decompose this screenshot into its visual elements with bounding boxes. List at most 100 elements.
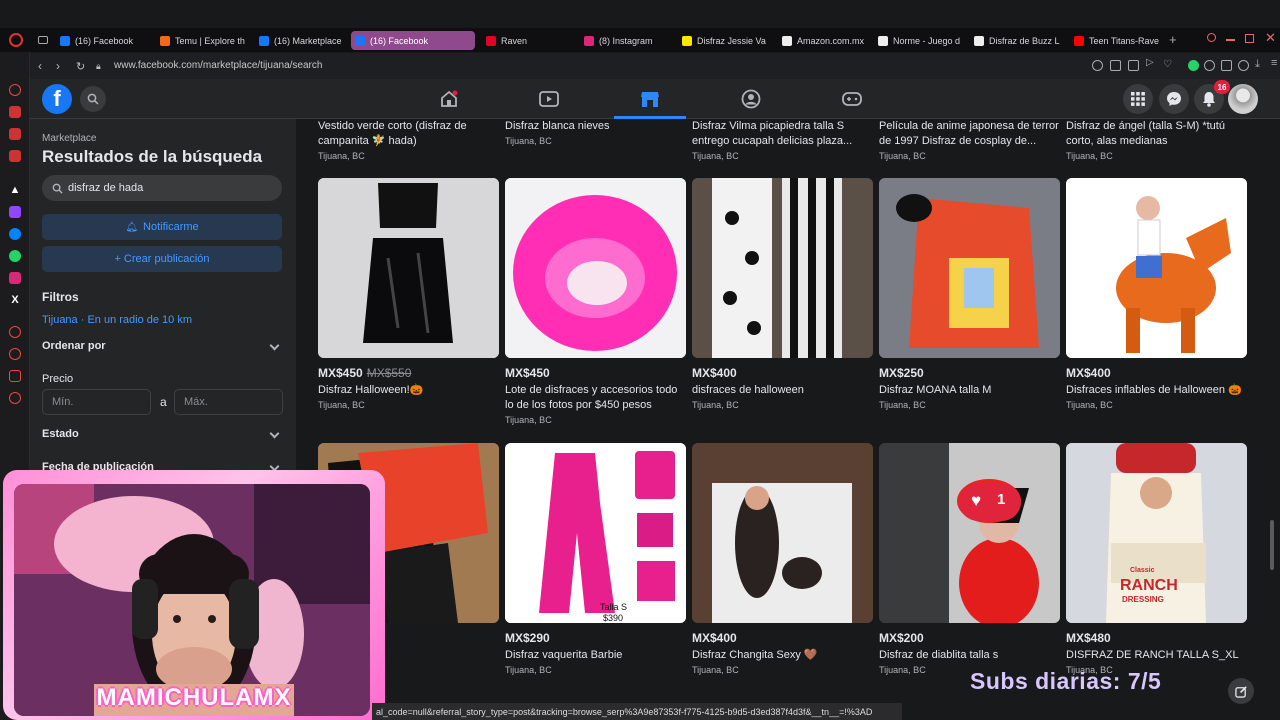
listing-title[interactable]: Lote de disfraces y accesorios todo lo d… <box>505 383 689 413</box>
tab-overview-icon[interactable] <box>38 36 48 44</box>
location-filter-link[interactable]: Tijuana · En un radio de 10 km <box>42 314 192 326</box>
heart-icon[interactable]: ♡ <box>1163 59 1174 70</box>
listing-title[interactable]: Película de anime japonesa de terror de … <box>879 119 1063 149</box>
browser-tab[interactable]: (16) Facebook <box>56 31 152 50</box>
clock-icon[interactable] <box>9 348 21 360</box>
inflatable-horse-photo[interactable] <box>1066 178 1247 358</box>
browser-tab[interactable]: Disfraz de Buzz L <box>970 31 1066 50</box>
instagram-icon <box>584 35 594 46</box>
devil-costume-photo[interactable] <box>879 443 1060 623</box>
cube-icon[interactable] <box>9 370 21 382</box>
create-listing-button[interactable]: + Crear publicación <box>42 246 282 272</box>
listing-title[interactable]: Disfraz de ángel (talla S-M) *tutú corto… <box>1066 119 1250 149</box>
browser-tab[interactable]: Norme - Juego d <box>874 31 970 50</box>
bookmark-icon[interactable] <box>1128 60 1139 71</box>
tab-label: (8) Instagram <box>599 35 653 46</box>
latex-costume-photo[interactable] <box>318 178 499 358</box>
max-price-input[interactable]: Máx. <box>174 389 283 415</box>
zoom-icon[interactable] <box>1092 60 1103 71</box>
browser-tab[interactable]: Amazon.com.mx <box>778 31 874 50</box>
listing-title[interactable]: Disfraz Changita Sexy 🤎 <box>692 648 876 663</box>
listing-location: Tijuana, BC <box>318 151 365 161</box>
vpn-icon[interactable] <box>1188 60 1199 71</box>
instagram-icon[interactable] <box>9 272 21 284</box>
account-icon[interactable] <box>1204 60 1215 71</box>
opera-logo-icon[interactable] <box>9 33 23 47</box>
home-icon[interactable] <box>439 89 459 109</box>
listing-title[interactable]: disfraces de halloween <box>692 383 876 398</box>
player-icon[interactable] <box>9 326 21 338</box>
moana-costume-photo[interactable] <box>879 178 1060 358</box>
snapshot-icon[interactable] <box>1110 60 1121 71</box>
avatar[interactable] <box>1228 84 1258 114</box>
price-separator: a <box>160 395 167 409</box>
forward-icon[interactable]: › <box>56 59 60 73</box>
easy-setup-icon[interactable] <box>1238 60 1249 71</box>
listing-title[interactable]: Disfraz de diablita talla s <box>879 648 1063 663</box>
facebook-logo-icon[interactable]: f <box>42 84 72 114</box>
notify-button[interactable]: 🔔︎ Notificarme <box>42 214 282 240</box>
extensions-icon[interactable] <box>1221 60 1232 71</box>
reload-icon[interactable]: ↻ <box>76 60 85 73</box>
search-icon[interactable] <box>80 86 106 112</box>
listing-title[interactable]: Disfraz Vilma picapiedra talla S entrego… <box>692 119 876 149</box>
marketplace-icon[interactable] <box>614 89 686 119</box>
browser-tab[interactable]: (16) Marketplace <box>255 31 351 50</box>
watch-icon[interactable] <box>539 89 559 109</box>
new-tab-icon[interactable]: + <box>1169 32 1177 47</box>
download-icon[interactable]: ⤓ <box>1255 58 1266 70</box>
groups-icon[interactable] <box>741 89 761 109</box>
settings-icon[interactable] <box>9 392 21 404</box>
listing-title[interactable]: Disfraz MOANA talla M <box>879 383 1063 398</box>
listing-title[interactable]: Disfraz vaquerita Barbie <box>505 648 689 663</box>
barbie-cowgirl-photo[interactable] <box>505 443 686 623</box>
price-value: MX$200 <box>879 631 924 645</box>
breadcrumb[interactable]: Marketplace <box>42 133 96 144</box>
messenger-icon[interactable] <box>9 228 21 240</box>
tab-search-icon[interactable] <box>1207 33 1216 42</box>
listing-title[interactable]: DISFRAZ DE RANCH TALLA S_XL <box>1066 648 1250 663</box>
browser-tab[interactable]: Raven <box>482 31 578 50</box>
url-text[interactable]: www.facebook.com/marketplace/tijuana/sea… <box>114 60 322 71</box>
aria-icon[interactable] <box>9 106 21 118</box>
browser-tab[interactable]: Temu | Explore th <box>156 31 252 50</box>
facebook-icon <box>60 35 70 46</box>
listing-title[interactable]: Vestido verde corto (disfraz de campanit… <box>318 119 502 149</box>
condition-dropdown[interactable]: Estado <box>42 428 282 440</box>
browser-tab[interactable]: Disfraz Jessie Va <box>678 31 774 50</box>
close-window-icon[interactable]: ✕ <box>1265 30 1276 46</box>
gaming-icon[interactable] <box>842 89 862 109</box>
halloween-costumes-photo[interactable] <box>692 178 873 358</box>
monkey-costume-photo[interactable] <box>692 443 873 623</box>
price-label: Precio <box>42 373 74 385</box>
menu-grid-icon[interactable] <box>1123 84 1153 114</box>
speed-dial-icon[interactable] <box>9 128 21 140</box>
minimize-icon[interactable] <box>1226 39 1235 41</box>
browser-tab[interactable]: (16) Facebook <box>351 31 475 50</box>
x-twitter-icon[interactable]: X <box>9 294 21 306</box>
maximize-icon[interactable] <box>1245 34 1254 43</box>
listing-title[interactable]: Disfraces inflables de Halloween 🎃 <box>1066 383 1250 398</box>
listing-title[interactable]: Disfraz Halloween!🎃 <box>318 383 502 398</box>
bell-icon: 🔔︎ <box>125 221 139 233</box>
send-icon[interactable]: ▷ <box>1146 57 1157 71</box>
browser-tab[interactable]: Teen Titans-Rave <box>1070 31 1166 50</box>
listing-location: Tijuana, BC <box>505 136 552 146</box>
compose-button[interactable] <box>1228 678 1254 704</box>
gmail-icon[interactable] <box>9 150 21 162</box>
history-icon[interactable] <box>9 84 21 96</box>
whatsapp-icon[interactable] <box>9 250 21 262</box>
opera-ai-icon[interactable]: ▲ <box>9 184 21 196</box>
menu-icon[interactable]: ≡ <box>1271 57 1280 69</box>
pink-tutu-photo[interactable] <box>505 178 686 358</box>
messenger-icon[interactable] <box>1159 84 1189 114</box>
twitch-icon[interactable] <box>9 206 21 218</box>
old-price: MX$550 <box>366 366 412 380</box>
sort-dropdown[interactable]: Ordenar por <box>42 340 282 352</box>
page-scrollbar[interactable] <box>1270 520 1274 570</box>
search-input[interactable]: disfraz de hada <box>42 175 282 201</box>
back-icon[interactable]: ‹ <box>38 59 42 73</box>
min-price-input[interactable]: Mín. <box>42 389 151 415</box>
listing-title[interactable]: Disfraz blanca nieves <box>505 119 689 134</box>
browser-tab[interactable]: (8) Instagram <box>580 31 676 50</box>
